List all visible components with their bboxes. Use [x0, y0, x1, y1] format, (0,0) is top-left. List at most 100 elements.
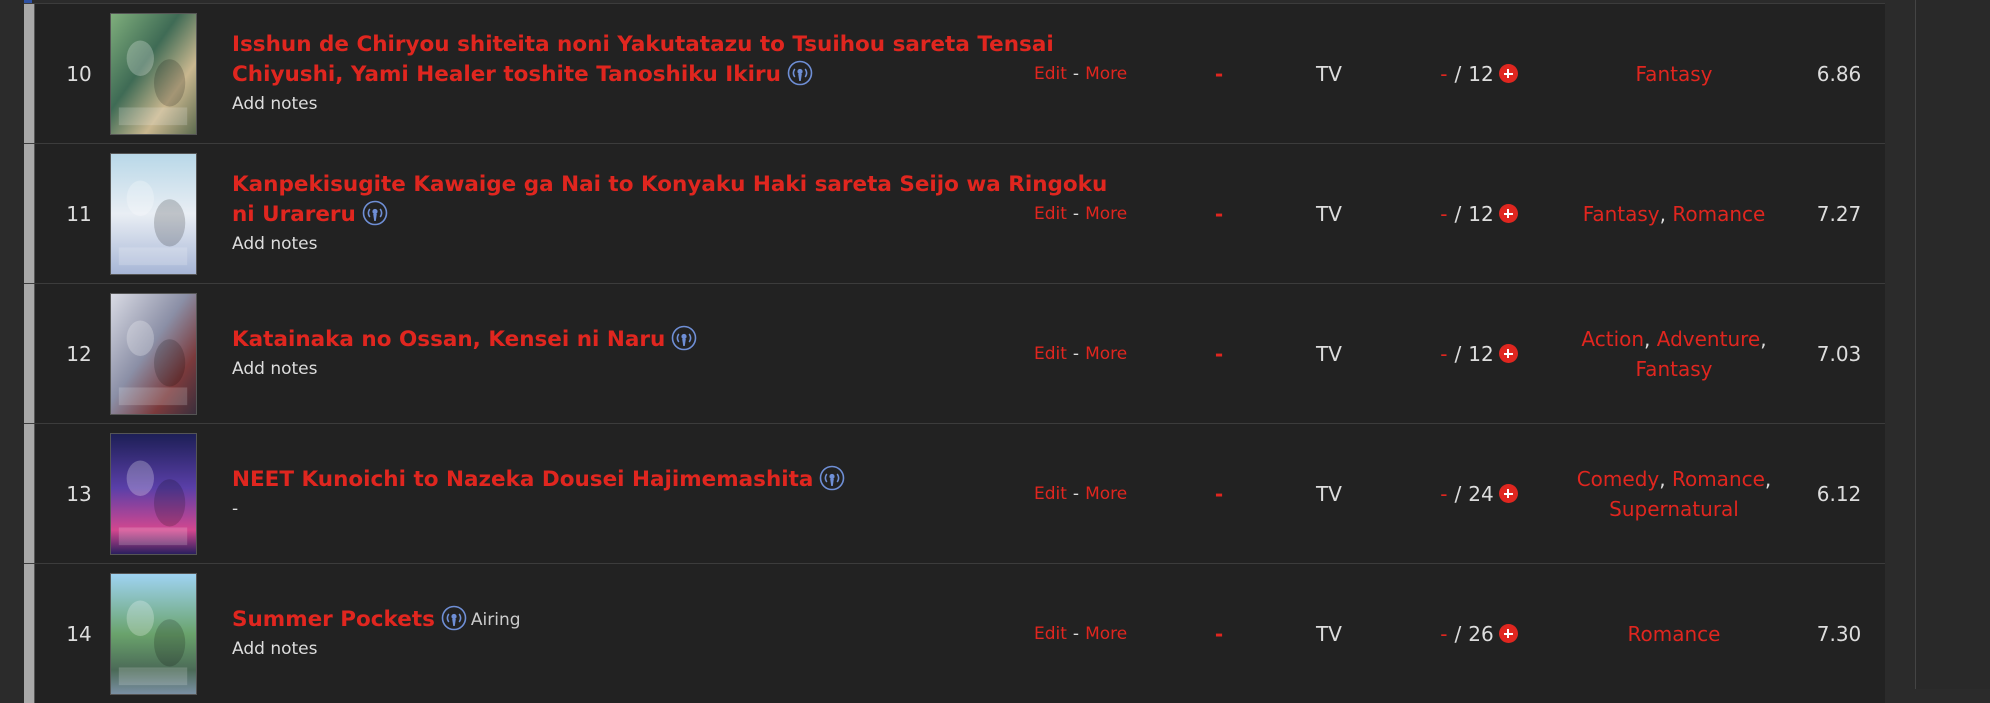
edit-more-cell: Edit - More: [1034, 144, 1144, 283]
cover-thumbnail[interactable]: [110, 152, 197, 275]
airing-broadcast-icon: [441, 605, 467, 631]
genre-separator: ,: [1659, 201, 1666, 226]
plus-circle-icon[interactable]: [1498, 344, 1518, 363]
progress-cell: -/12: [1404, 284, 1554, 423]
anime-title-link[interactable]: Kanpekisugite Kawaige ga Nai to Konyaku …: [232, 170, 1107, 230]
score-select[interactable]: -: [1194, 424, 1244, 563]
mean-score: 6.12: [1816, 481, 1862, 506]
mean-score: 6.86: [1816, 61, 1862, 86]
progress-current[interactable]: -: [1440, 342, 1447, 366]
title-cell: Isshun de Chiryou shiteita noni Yakutata…: [232, 4, 1147, 143]
plus-circle-icon[interactable]: [1498, 624, 1518, 643]
more-link[interactable]: More: [1085, 624, 1127, 644]
edit-more-cell: Edit - More: [1034, 564, 1144, 703]
genre-link[interactable]: Romance: [1672, 467, 1765, 491]
genre-list: Fantasy, Romance: [1583, 199, 1766, 229]
score-select[interactable]: -: [1194, 564, 1244, 703]
page-right-margin: [1885, 0, 1915, 689]
genre-link[interactable]: Supernatural: [1609, 497, 1739, 521]
progress-cell: -/12: [1404, 144, 1554, 283]
genre-link[interactable]: Fantasy: [1636, 357, 1713, 381]
more-link[interactable]: More: [1085, 484, 1127, 504]
title-cell: Summer Pockets Airing Add notes: [232, 564, 1147, 703]
edit-more-separator: -: [1072, 203, 1080, 224]
edit-link[interactable]: Edit: [1034, 344, 1067, 364]
edit-link[interactable]: Edit: [1034, 204, 1067, 224]
plus-circle-icon[interactable]: [1498, 204, 1518, 223]
cover-thumbnail[interactable]: [110, 292, 197, 415]
notes-empty: -: [232, 499, 239, 519]
type-label: TV: [1316, 201, 1342, 226]
genre-separator: ,: [1659, 466, 1666, 491]
plus-circle-icon[interactable]: [1498, 64, 1518, 83]
genre-link[interactable]: Fantasy: [1636, 62, 1713, 86]
anime-title-link[interactable]: Katainaka no Ossan, Kensei ni Naru: [232, 325, 697, 355]
progress-separator: /: [1454, 621, 1462, 646]
cover-cell: [110, 144, 200, 283]
genre-link[interactable]: Romance: [1672, 202, 1765, 226]
list-row: 12 Katainaka no Ossan, Kensei ni Naru Add …: [24, 283, 1885, 423]
airing-broadcast-icon: [820, 465, 845, 491]
score-select[interactable]: -: [1194, 4, 1244, 143]
page-right-gutter: [1916, 0, 1990, 689]
more-link[interactable]: More: [1085, 64, 1127, 84]
edit-link[interactable]: Edit: [1034, 624, 1067, 644]
plus-circle-icon[interactable]: [1498, 484, 1518, 503]
page-left-margin: [0, 0, 24, 689]
title-line-1: NEET Kunoichi to Nazeka Dousei Hajimemas…: [232, 467, 814, 492]
edit-more-separator: -: [1072, 623, 1080, 644]
genre-list: Romance: [1628, 619, 1721, 649]
progress-total: 26: [1468, 621, 1494, 646]
anime-title-link[interactable]: Summer Pockets Airing: [232, 605, 521, 635]
type-label: TV: [1316, 481, 1342, 506]
progress-separator: /: [1454, 481, 1462, 506]
progress-separator: /: [1454, 61, 1462, 86]
anime-title-link[interactable]: Isshun de Chiryou shiteita noni Yakutata…: [232, 30, 1054, 90]
genre-list: Fantasy: [1636, 59, 1713, 89]
cover-thumbnail[interactable]: [110, 432, 197, 555]
cover-thumbnail[interactable]: [110, 572, 197, 695]
edit-more-separator: -: [1072, 343, 1080, 364]
anime-title-link[interactable]: NEET Kunoichi to Nazeka Dousei Hajimemas…: [232, 465, 845, 495]
add-notes-link[interactable]: Add notes: [232, 636, 317, 662]
genre-cell: Romance: [1564, 564, 1784, 703]
edit-link[interactable]: Edit: [1034, 64, 1067, 84]
add-notes-link[interactable]: Add notes: [232, 231, 317, 257]
airing-broadcast-icon: [362, 200, 388, 226]
title-line-2: ni Urareru: [232, 202, 356, 227]
genre-link[interactable]: Adventure: [1657, 327, 1760, 351]
title-line-1: Isshun de Chiryou shiteita noni Yakutata…: [232, 32, 1054, 57]
progress-total: 12: [1468, 201, 1494, 226]
progress-current[interactable]: -: [1440, 482, 1447, 506]
more-link[interactable]: More: [1085, 344, 1127, 364]
add-notes-link[interactable]: Add notes: [232, 356, 317, 382]
progress-current[interactable]: -: [1440, 622, 1447, 646]
mean-score: 7.30: [1816, 621, 1862, 646]
genre-cell: Comedy, Romance, Supernatural: [1564, 424, 1784, 563]
progress-cell: -/24: [1404, 424, 1554, 563]
genre-link[interactable]: Romance: [1628, 622, 1721, 646]
more-link[interactable]: More: [1085, 204, 1127, 224]
score-select[interactable]: -: [1194, 144, 1244, 283]
edit-link[interactable]: Edit: [1034, 484, 1067, 504]
genre-separator: ,: [1760, 326, 1767, 351]
cover-thumbnail[interactable]: [110, 12, 197, 135]
score-select[interactable]: -: [1194, 284, 1244, 423]
genre-link[interactable]: Action: [1581, 327, 1644, 351]
title-cell: Katainaka no Ossan, Kensei ni Naru Add no…: [232, 284, 1147, 423]
mean-score: 7.03: [1816, 341, 1862, 366]
title-line-1: Kanpekisugite Kawaige ga Nai to Konyaku …: [232, 172, 1108, 197]
title-cell: Kanpekisugite Kawaige ga Nai to Konyaku …: [232, 144, 1147, 283]
genre-cell: Action, Adventure, Fantasy: [1564, 284, 1784, 423]
cover-cell: [110, 564, 200, 703]
add-notes-link[interactable]: Add notes: [232, 91, 317, 117]
genre-separator: ,: [1764, 466, 1772, 491]
progress-current[interactable]: -: [1440, 62, 1447, 86]
progress-current[interactable]: -: [1440, 202, 1447, 226]
cover-cell: [110, 424, 200, 563]
progress-total: 24: [1468, 481, 1494, 506]
genre-cell: Fantasy, Romance: [1564, 144, 1784, 283]
genre-link[interactable]: Fantasy: [1583, 202, 1660, 226]
progress-cell: -/26: [1404, 564, 1554, 703]
genre-link[interactable]: Comedy: [1577, 467, 1660, 491]
